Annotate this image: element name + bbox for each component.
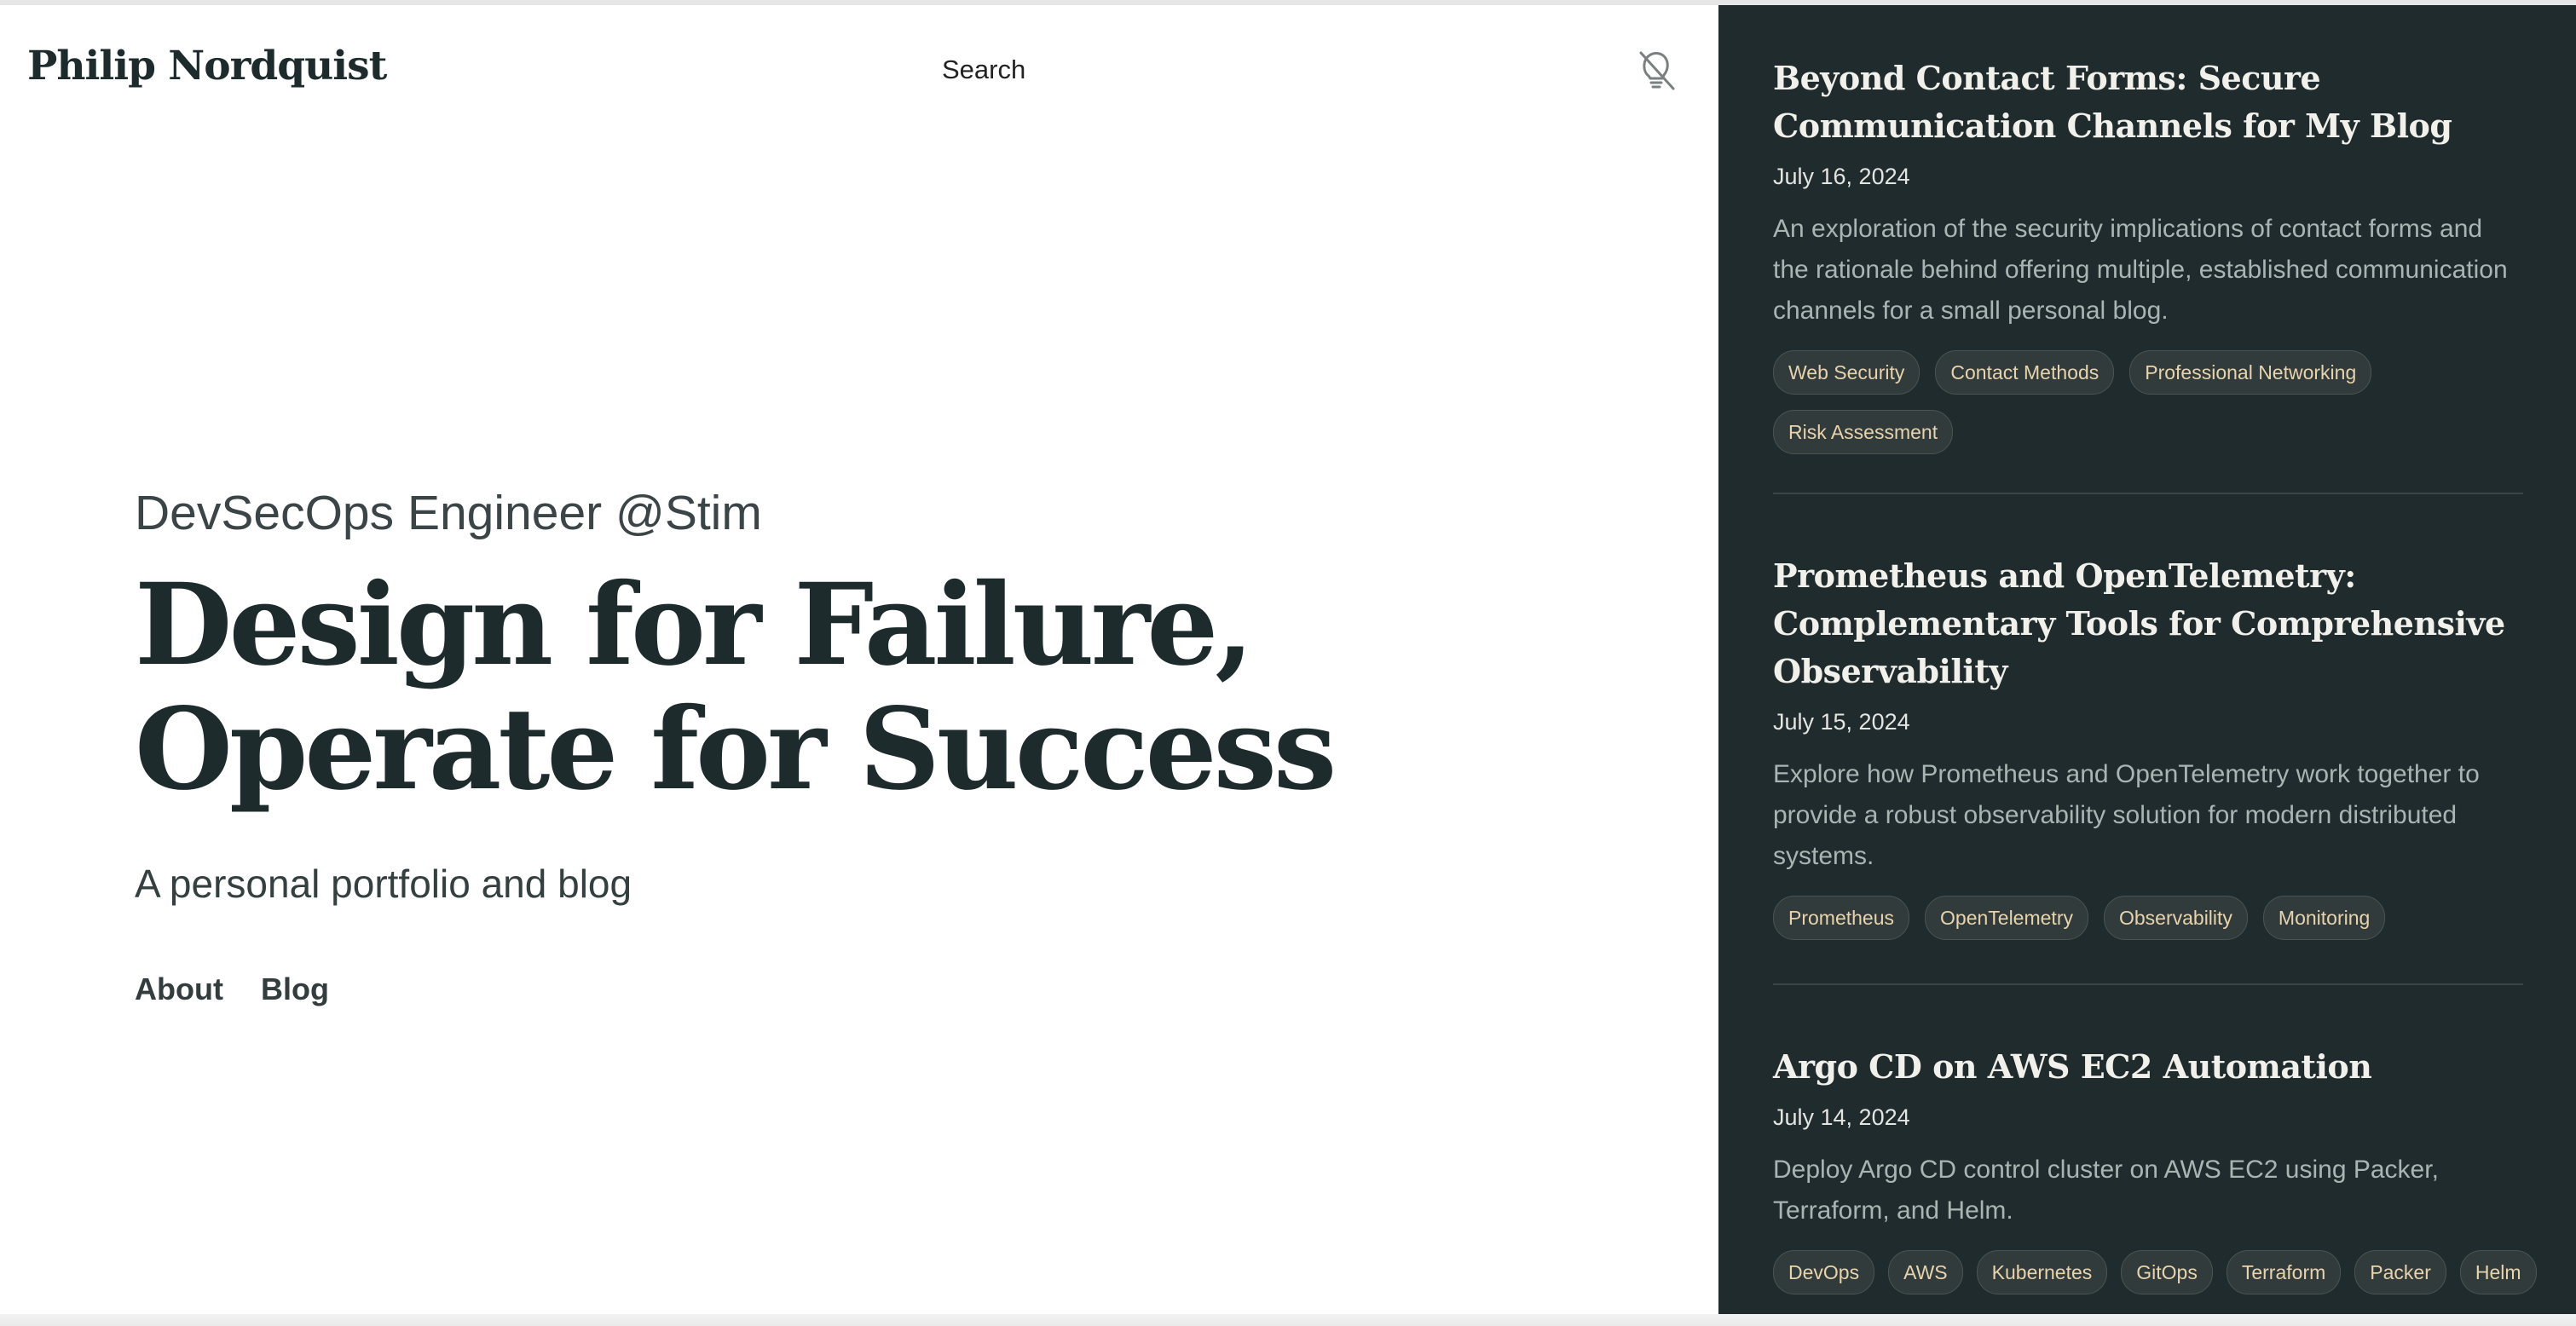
tag-chip[interactable]: Contact Methods xyxy=(1935,350,2115,395)
post-divider xyxy=(1773,493,2523,494)
post-date: July 16, 2024 xyxy=(1773,164,1910,189)
search-button[interactable]: Search xyxy=(942,55,1025,85)
main-pane: Philip Nordquist Search DevSecOps Engine… xyxy=(0,5,1718,1314)
post-card[interactable]: Beyond Contact Forms: Secure Communicati… xyxy=(1773,55,2525,454)
post-divider xyxy=(1773,983,2523,985)
post-date: July 14, 2024 xyxy=(1773,1104,1910,1130)
post-date: July 15, 2024 xyxy=(1773,709,1910,735)
tag-chip[interactable]: Observability xyxy=(2103,896,2248,940)
tag-chip[interactable]: OpenTelemetry xyxy=(1925,896,2088,940)
post-card[interactable]: Argo CD on AWS EC2 Automation July 14, 2… xyxy=(1773,1043,2537,1294)
post-card[interactable]: Prometheus and OpenTelemetry: Complement… xyxy=(1773,552,2525,940)
hero-title-line: Operate for Success xyxy=(135,683,1337,816)
window-bottom-edge xyxy=(0,1314,2576,1326)
post-title-link[interactable]: Prometheus and OpenTelemetry: Complement… xyxy=(1773,552,2525,695)
hero-subtitle: DevSecOps Engineer @Stim xyxy=(135,486,762,540)
hero-title-line: Design for Failure, xyxy=(135,559,1254,691)
tag-chip[interactable]: Kubernetes xyxy=(1976,1250,2108,1294)
tag-chip[interactable]: Web Security xyxy=(1773,350,1920,395)
post-tags: Web Security Contact Methods Professiona… xyxy=(1773,350,2540,454)
tag-chip[interactable]: Professional Networking xyxy=(2129,350,2372,395)
tag-chip[interactable]: Risk Assessment xyxy=(1773,410,1954,454)
lightbulb-off-icon xyxy=(1639,51,1675,90)
theme-toggle-button[interactable] xyxy=(1634,48,1678,94)
post-title-link[interactable]: Beyond Contact Forms: Secure Communicati… xyxy=(1773,55,2525,150)
tag-chip[interactable]: GitOps xyxy=(2121,1250,2213,1294)
tag-chip[interactable]: AWS xyxy=(1888,1250,1963,1294)
about-link[interactable]: About xyxy=(135,971,223,1007)
tag-chip[interactable]: Packer xyxy=(2354,1250,2446,1294)
tag-chip[interactable]: Terraform xyxy=(2226,1250,2342,1294)
tag-chip[interactable]: Prometheus xyxy=(1773,896,1910,940)
tag-chip[interactable]: Monitoring xyxy=(2262,896,2386,940)
post-description: Explore how Prometheus and OpenTelemetry… xyxy=(1773,760,2480,870)
post-description: Deploy Argo CD control cluster on AWS EC… xyxy=(1773,1156,2439,1225)
post-description: An exploration of the security implicati… xyxy=(1773,215,2508,325)
tag-chip[interactable]: DevOps xyxy=(1773,1250,1875,1294)
hero-title: Design for Failure, Operate for Success xyxy=(135,563,1669,812)
post-tags: DevOps AWS Kubernetes GitOps Terraform P… xyxy=(1773,1250,2540,1294)
site-brand-link[interactable]: Philip Nordquist xyxy=(27,43,387,89)
hero-tagline: A personal portfolio and blog xyxy=(135,862,632,906)
post-tags: Prometheus OpenTelemetry Observability M… xyxy=(1773,896,2540,940)
blog-post-sidebar: Beyond Contact Forms: Secure Communicati… xyxy=(1718,5,2576,1314)
post-title-link[interactable]: Argo CD on AWS EC2 Automation xyxy=(1773,1043,2525,1091)
blog-link[interactable]: Blog xyxy=(261,971,329,1007)
hero-nav: About Blog xyxy=(135,971,329,1007)
tag-chip[interactable]: Helm xyxy=(2459,1250,2537,1294)
